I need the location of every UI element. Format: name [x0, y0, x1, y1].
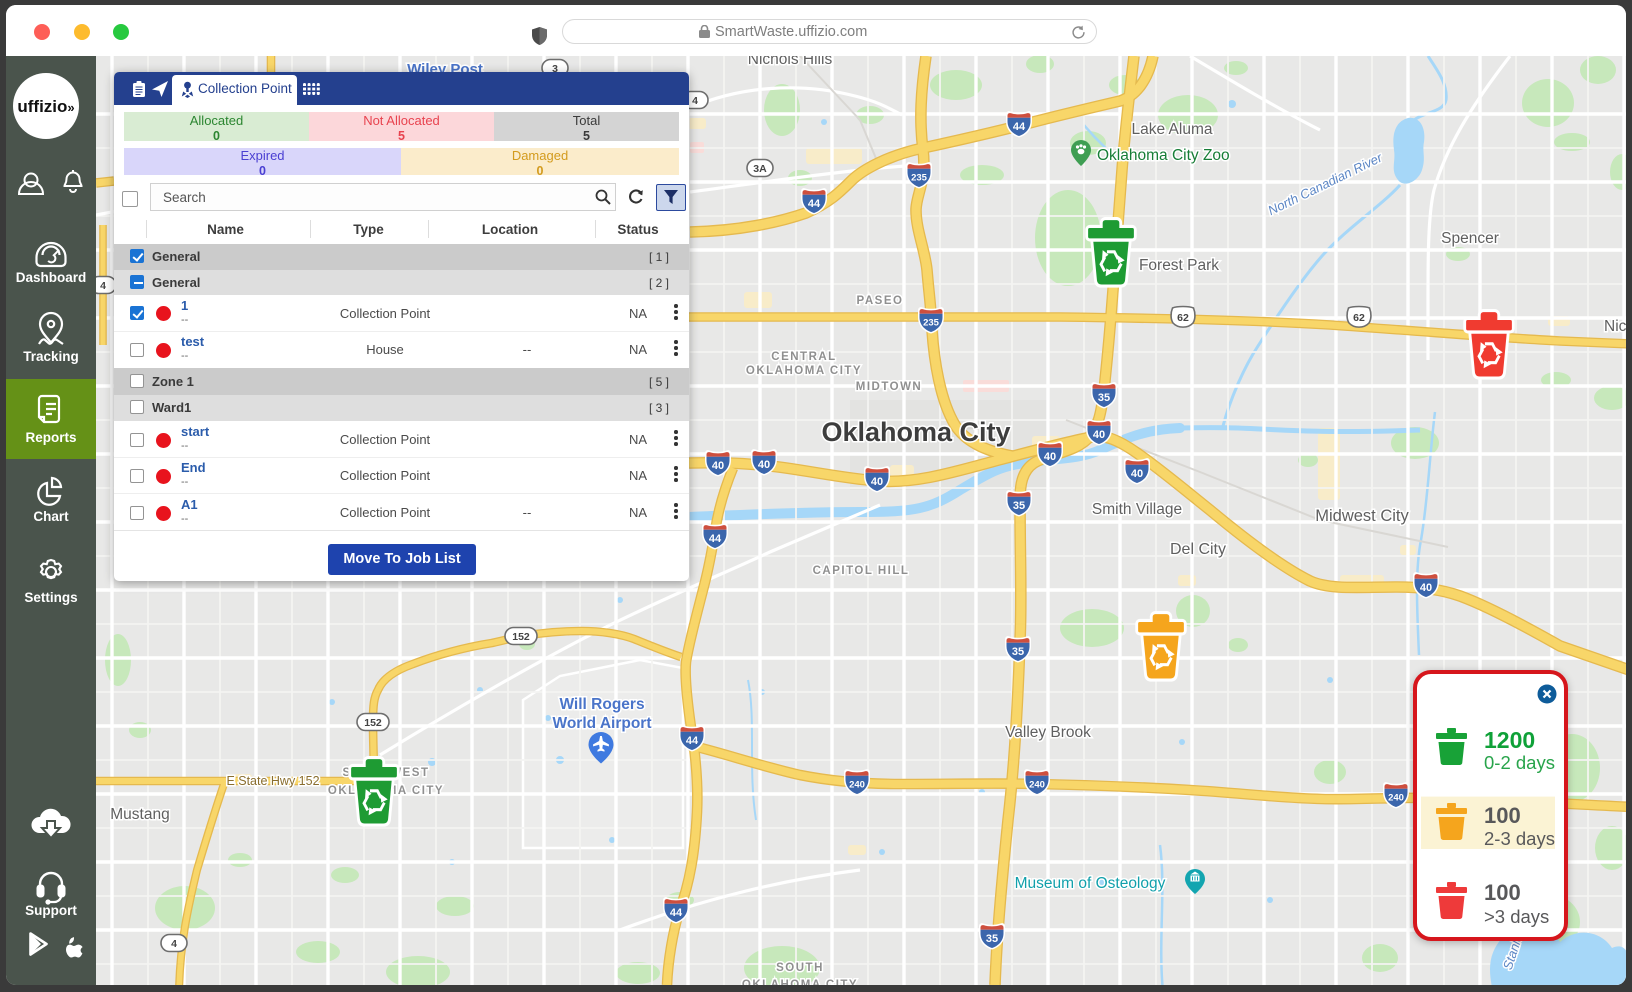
svg-text:62: 62 — [1353, 312, 1365, 324]
svg-text:Nichols Hills: Nichols Hills — [748, 56, 833, 68]
svg-text:Valley Brook: Valley Brook — [1005, 724, 1091, 741]
svg-text:44: 44 — [808, 198, 821, 210]
svg-text:OKLAHOMA CITY: OKLAHOMA CITY — [746, 365, 862, 377]
svg-text:Reports: Reports — [25, 430, 76, 445]
svg-text:240: 240 — [1029, 780, 1045, 791]
svg-text:40: 40 — [712, 460, 724, 472]
svg-text:4: 4 — [692, 95, 698, 107]
svg-text:Mustang: Mustang — [110, 806, 169, 823]
svg-text:235: 235 — [911, 173, 928, 184]
svg-text:40: 40 — [1131, 468, 1143, 480]
svg-text:235: 235 — [923, 318, 940, 329]
svg-text:44: 44 — [1013, 121, 1026, 133]
svg-text:152: 152 — [512, 631, 530, 643]
svg-text:E State Hwy 152: E State Hwy 152 — [226, 774, 319, 788]
svg-text:240: 240 — [1388, 793, 1404, 804]
svg-text:World Airport: World Airport — [552, 715, 651, 732]
svg-text:Nico: Nico — [1604, 318, 1626, 335]
svg-text:2-3 days: 2-3 days — [1484, 828, 1555, 849]
svg-text:OKLAHOMA CITY: OKLAHOMA CITY — [742, 979, 858, 985]
svg-text:Lake Aluma: Lake Aluma — [1132, 121, 1213, 138]
svg-text:1200: 1200 — [1484, 727, 1535, 753]
svg-text:CENTRAL: CENTRAL — [771, 351, 836, 363]
svg-text:4: 4 — [171, 938, 177, 950]
svg-text:Museum of Osteology: Museum of Osteology — [1015, 875, 1166, 892]
svg-text:Settings: Settings — [24, 590, 77, 605]
svg-text:Tracking: Tracking — [23, 349, 79, 364]
svg-text:Midwest City: Midwest City — [1315, 507, 1409, 525]
svg-text:Oklahoma City Zoo: Oklahoma City Zoo — [1097, 147, 1230, 164]
svg-text:4: 4 — [100, 280, 106, 292]
svg-text:uffizio»: uffizio» — [17, 97, 74, 116]
svg-text:35: 35 — [1098, 392, 1110, 404]
svg-text:100: 100 — [1484, 880, 1521, 905]
svg-text:Support: Support — [25, 903, 77, 918]
svg-text:PASEO: PASEO — [857, 295, 904, 307]
svg-text:35: 35 — [1013, 500, 1025, 512]
svg-text:240: 240 — [849, 780, 865, 791]
svg-text:40: 40 — [758, 459, 770, 471]
svg-text:40: 40 — [1420, 582, 1432, 594]
svg-text:62: 62 — [1177, 312, 1189, 324]
svg-text:SOUTH: SOUTH — [776, 962, 824, 974]
svg-text:44: 44 — [670, 907, 683, 919]
svg-text:Del City: Del City — [1170, 541, 1226, 558]
svg-text:MIDTOWN: MIDTOWN — [856, 381, 923, 393]
svg-text:Smith Village: Smith Village — [1092, 501, 1182, 518]
svg-text:40: 40 — [871, 476, 883, 488]
svg-text:35: 35 — [986, 933, 998, 945]
svg-text:Chart: Chart — [33, 509, 69, 524]
svg-text:Spencer: Spencer — [1441, 230, 1499, 247]
svg-text:CAPITOL HILL: CAPITOL HILL — [813, 565, 910, 577]
svg-text:>3 days: >3 days — [1484, 906, 1549, 927]
svg-text:3A: 3A — [753, 163, 767, 175]
svg-text:100: 100 — [1484, 803, 1521, 828]
svg-text:35: 35 — [1012, 646, 1024, 658]
svg-text:Will Rogers: Will Rogers — [559, 696, 644, 713]
svg-text:Forest Park: Forest Park — [1139, 257, 1219, 274]
svg-text:44: 44 — [686, 735, 699, 747]
svg-text:Oklahoma City: Oklahoma City — [821, 417, 1010, 447]
svg-text:44: 44 — [709, 533, 722, 545]
svg-text:40: 40 — [1093, 429, 1105, 441]
svg-text:152: 152 — [364, 717, 382, 729]
svg-text:0-2 days: 0-2 days — [1484, 752, 1555, 773]
svg-text:Dashboard: Dashboard — [16, 270, 87, 285]
svg-text:40: 40 — [1044, 451, 1056, 463]
